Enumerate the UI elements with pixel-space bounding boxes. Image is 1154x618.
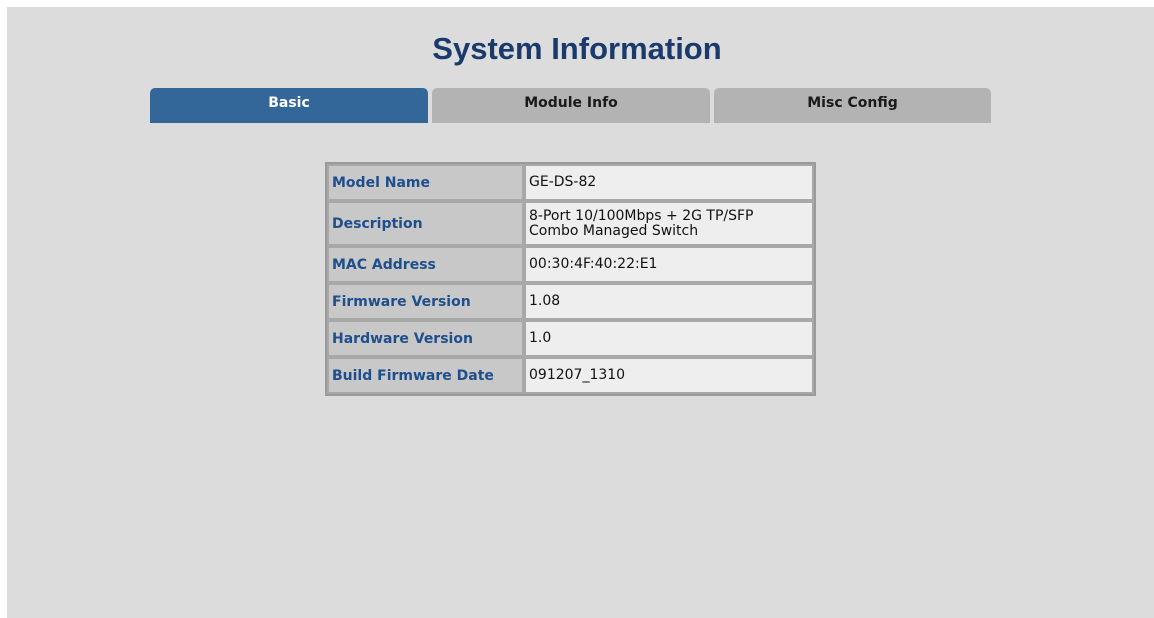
content-panel: System Information Basic Module Info Mis… (7, 7, 1154, 618)
build-firmware-date-value: 091207_1310 (524, 357, 814, 394)
table-row: Build Firmware Date 091207_1310 (327, 357, 814, 394)
tab-misc-config[interactable]: Misc Config (714, 88, 991, 123)
hardware-version-label: Hardware Version (327, 320, 524, 357)
system-info-table: Model Name GE-DS-82 Description 8-Port 1… (325, 162, 816, 396)
table-row: Hardware Version 1.0 (327, 320, 814, 357)
description-value-line2: Combo Managed Switch (529, 222, 699, 239)
table-row: Model Name GE-DS-82 (327, 164, 814, 201)
tab-bar: Basic Module Info Misc Config (150, 88, 991, 123)
build-firmware-date-label: Build Firmware Date (327, 357, 524, 394)
tab-module-info[interactable]: Module Info (432, 88, 710, 123)
table-row: Description 8-Port 10/100Mbps + 2G TP/SF… (327, 201, 814, 246)
firmware-version-value: 1.08 (524, 283, 814, 320)
description-value-line1: 8-Port 10/100Mbps + 2G TP/SFP (529, 207, 754, 224)
description-value: 8-Port 10/100Mbps + 2G TP/SFP Combo Mana… (524, 201, 814, 246)
model-name-value: GE-DS-82 (524, 164, 814, 201)
firmware-version-label: Firmware Version (327, 283, 524, 320)
tab-basic[interactable]: Basic (150, 88, 428, 123)
mac-address-value: 00:30:4F:40:22:E1 (524, 246, 814, 283)
mac-address-label: MAC Address (327, 246, 524, 283)
page-title: System Information (432, 31, 722, 66)
model-name-label: Model Name (327, 164, 524, 201)
description-label: Description (327, 201, 524, 246)
table-row: MAC Address 00:30:4F:40:22:E1 (327, 246, 814, 283)
hardware-version-value: 1.0 (524, 320, 814, 357)
table-row: Firmware Version 1.08 (327, 283, 814, 320)
